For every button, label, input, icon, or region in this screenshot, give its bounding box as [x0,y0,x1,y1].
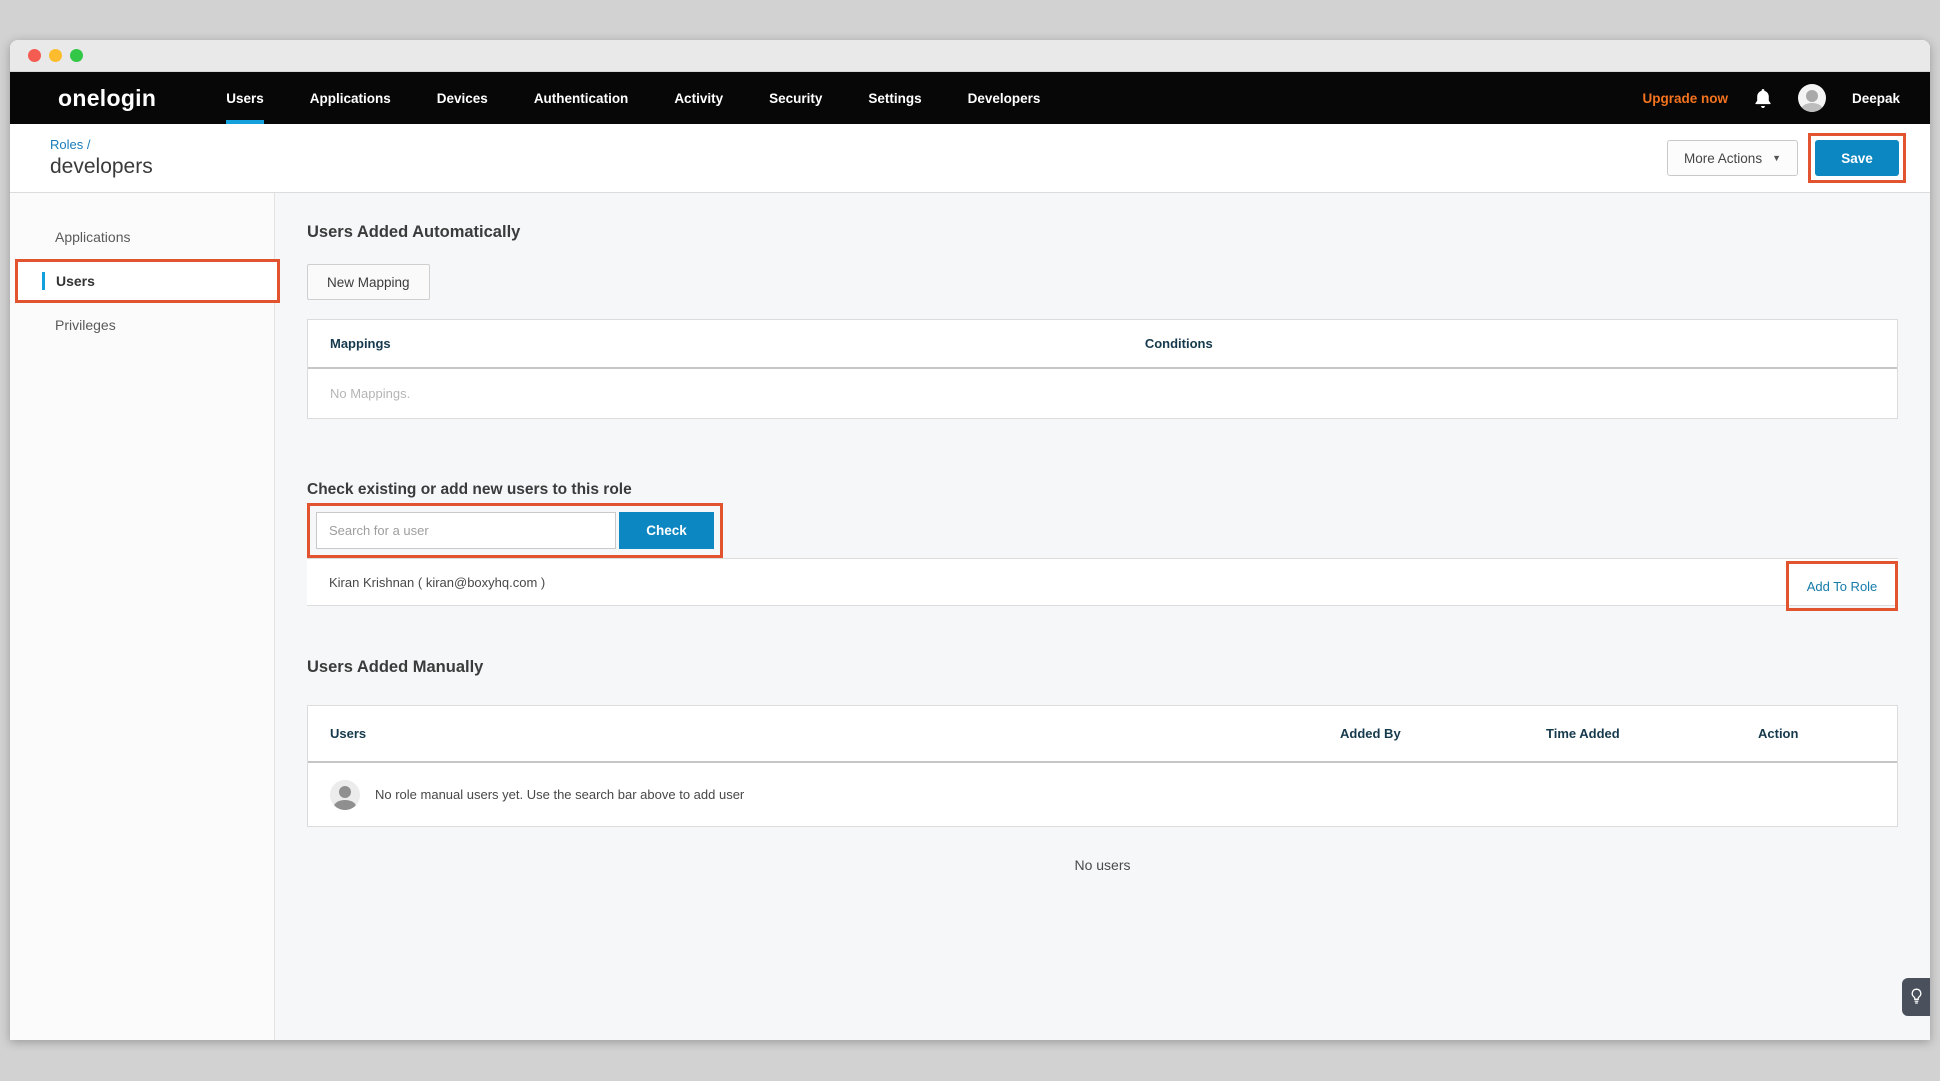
manual-users-empty-text: No role manual users yet. Use the search… [375,787,744,802]
annotation-box-add-to-role: Add To Role [1786,561,1898,611]
more-actions-button[interactable]: More Actions ▼ [1667,140,1798,176]
breadcrumb-wrap: Roles / developers [50,137,153,179]
user-result-row: Kiran Krishnan ( kiran@boxyhq.com ) Add … [307,558,1898,606]
more-actions-label: More Actions [1684,151,1762,166]
placeholder-avatar-icon [330,780,360,810]
main-content: Users Added Automatically New Mapping Ma… [275,193,1930,1040]
active-indicator-bar [42,272,45,290]
upgrade-now-link[interactable]: Upgrade now [1642,91,1728,106]
body-row: Applications Users Privileges Users Adde… [10,193,1930,1040]
manual-users-table-header: Users Added By Time Added Action [308,706,1897,763]
window-close-button[interactable] [28,49,41,62]
new-mapping-button[interactable]: New Mapping [307,264,430,300]
column-header-added-by: Added By [1340,726,1546,741]
sidebar-item-users[interactable]: Users [15,259,280,303]
column-header-conditions: Conditions [1145,336,1897,351]
nav-tab-devices[interactable]: Devices [437,72,488,124]
bell-icon[interactable] [1754,88,1772,108]
header-buttons: More Actions ▼ Save [1667,133,1906,183]
nav-links: Users Applications Devices Authenticatio… [226,72,1040,124]
app-window: onelogin Users Applications Devices Auth… [10,40,1930,1040]
nav-tab-applications[interactable]: Applications [310,72,391,124]
feedback-lightbulb-tab[interactable] [1902,978,1930,1016]
nav-tab-activity[interactable]: Activity [674,72,723,124]
mappings-table: Mappings Conditions No Mappings. [307,319,1898,419]
section-heading-users-added-automatically: Users Added Automatically [307,223,1898,242]
nav-tab-users[interactable]: Users [226,72,264,124]
mappings-table-header: Mappings Conditions [308,320,1897,369]
annotation-box-search: Check [307,503,723,558]
window-titlebar [10,40,1930,72]
section-heading-users-added-manually: Users Added Manually [307,658,1898,677]
sidebar-item-applications[interactable]: Applications [10,215,274,259]
lightbulb-icon [1910,988,1923,1006]
nav-right-section: Upgrade now Deepak [1642,72,1900,124]
sidebar-item-privileges[interactable]: Privileges [10,303,274,347]
nav-tab-developers[interactable]: Developers [968,72,1041,124]
user-avatar[interactable] [1798,84,1826,112]
column-header-users: Users [330,726,1340,741]
window-minimize-button[interactable] [49,49,62,62]
annotation-box-save: Save [1808,133,1906,183]
user-result-text: Kiran Krishnan ( kiran@boxyhq.com ) [329,575,545,590]
user-name[interactable]: Deepak [1852,91,1900,106]
sidebar-item-users-label: Users [56,273,95,289]
nav-tab-security[interactable]: Security [769,72,822,124]
person-icon-body [1801,103,1823,112]
check-button[interactable]: Check [619,512,714,549]
nav-tab-settings[interactable]: Settings [868,72,921,124]
nav-tab-authentication[interactable]: Authentication [534,72,629,124]
left-sidebar: Applications Users Privileges [10,193,275,1040]
caret-down-icon: ▼ [1772,153,1781,163]
add-to-role-link[interactable]: Add To Role [1807,579,1878,594]
person-icon [1806,90,1818,102]
manual-users-table: Users Added By Time Added Action No role… [307,705,1898,827]
window-maximize-button[interactable] [70,49,83,62]
search-user-input[interactable] [316,512,616,549]
column-header-action: Action [1758,726,1897,741]
onelogin-logo[interactable]: onelogin [58,85,156,112]
page-header: Roles / developers More Actions ▼ Save [10,124,1930,193]
column-header-mappings: Mappings [330,336,1145,351]
section-heading-check-users: Check existing or add new users to this … [307,481,1898,499]
breadcrumb-roles-link[interactable]: Roles / [50,137,153,152]
top-navbar: onelogin Users Applications Devices Auth… [10,72,1930,124]
mappings-empty-row: No Mappings. [308,369,1897,418]
column-header-time-added: Time Added [1546,726,1758,741]
save-button[interactable]: Save [1815,140,1899,176]
manual-users-empty-row: No role manual users yet. Use the search… [308,763,1897,826]
no-users-text: No users [307,857,1898,873]
page-title: developers [50,155,153,179]
